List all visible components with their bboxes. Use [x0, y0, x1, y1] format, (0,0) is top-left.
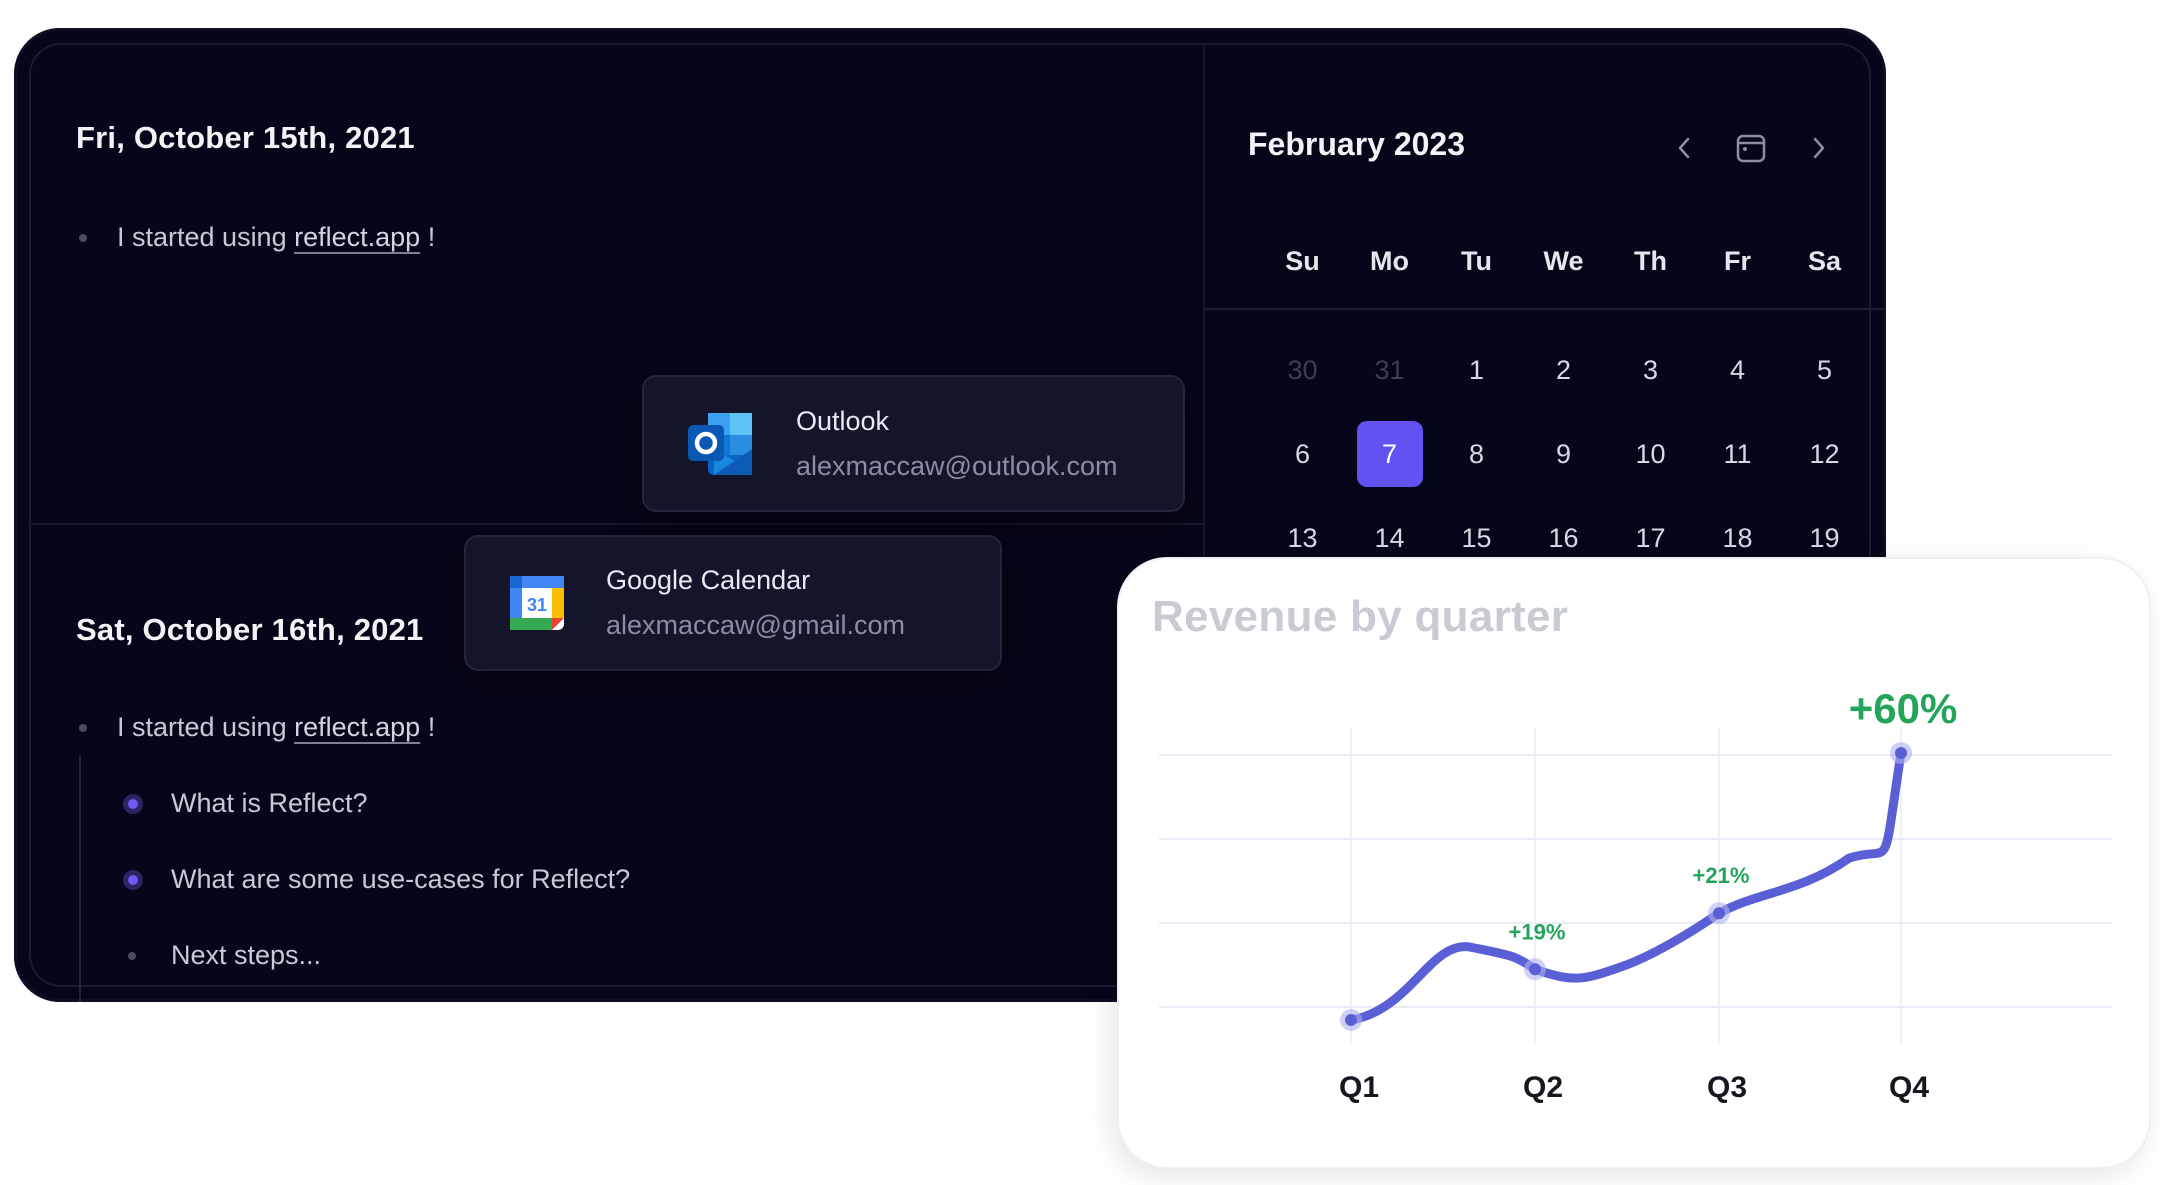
calendar-day-number: 2 — [1555, 354, 1572, 385]
chart-data-label: +21% — [1693, 863, 1750, 888]
calendar-day[interactable]: 1 — [1433, 337, 1520, 403]
day-title-oct-16: Sat, October 16th, 2021 — [76, 612, 424, 647]
todo-label: What are some use-cases for Reflect? — [171, 864, 631, 894]
calendar-day-number: 19 — [1809, 522, 1840, 553]
calendar-day[interactable]: 6 — [1259, 421, 1346, 487]
chart-point — [1529, 963, 1541, 976]
todo-item[interactable]: Next steps... — [128, 940, 321, 971]
calendar-day-number: 16 — [1548, 522, 1579, 553]
todo-item[interactable]: What are some use-cases for Reflect? — [128, 864, 630, 895]
calendar-day[interactable]: 10 — [1607, 421, 1694, 487]
calendar-week-row: 30 31 1 2 3 4 5 — [1259, 328, 1869, 412]
chart-point — [1713, 907, 1725, 920]
day-divider — [30, 523, 1203, 525]
chart-point — [1345, 1014, 1357, 1026]
chart-tick-label: Q1 — [1339, 1071, 1379, 1104]
calendar-day-number: 1 — [1468, 354, 1485, 385]
journal-line[interactable]: I started using reflect.app ! — [79, 222, 435, 253]
account-name: Outlook — [796, 405, 890, 436]
calendar-day[interactable]: 4 — [1694, 337, 1781, 403]
calendar-weekday-row: Su Mo Tu We Th Fr Sa — [1259, 246, 1869, 277]
calendar-day-number: 10 — [1635, 438, 1666, 469]
calendar-day-number: 11 — [1723, 438, 1752, 469]
calendar-day[interactable]: 9 — [1520, 421, 1607, 487]
calendar-day-number: 12 — [1809, 438, 1840, 469]
calendar-day-number: 14 — [1374, 522, 1405, 553]
weekday-label: Mo — [1370, 246, 1409, 276]
google-calendar-account-card[interactable]: 31 Google Calendar alexmaccaw@gmail.com — [464, 535, 1002, 671]
bullet-icon — [79, 233, 87, 242]
bullet-icon — [79, 723, 87, 732]
chevron-right-icon[interactable] — [1799, 128, 1839, 168]
account-text: Outlook alexmaccaw@outlook.com — [796, 406, 1118, 482]
account-name: Google Calendar — [606, 565, 811, 595]
chart-tick-label: Q4 — [1889, 1071, 1929, 1104]
line-suffix: ! — [420, 712, 436, 742]
chart-tick-label: Q3 — [1707, 1071, 1747, 1104]
calendar-day[interactable]: 11 — [1694, 421, 1781, 487]
chart-tick-label: Q2 — [1523, 1071, 1563, 1104]
calendar-grid: 30 31 1 2 3 4 5 6 7 8 9 10 11 12 13 14 15 16 17 18 19 — [1259, 328, 1869, 580]
todo-label: Next steps... — [171, 940, 322, 970]
reflect-link[interactable]: reflect.app — [294, 712, 420, 743]
calendar-day-number: 30 — [1287, 354, 1318, 385]
calendar-day-number: 5 — [1816, 354, 1833, 385]
weekday-label: Fr — [1724, 246, 1751, 276]
weekday-label: Tu — [1461, 246, 1492, 276]
google-calendar-icon: 31 — [508, 574, 566, 632]
calendar-day-number: 4 — [1729, 354, 1746, 385]
calendar-day[interactable]: 12 — [1781, 421, 1868, 487]
line-suffix: ! — [420, 222, 436, 252]
account-email: alexmaccaw@outlook.com — [796, 450, 1118, 481]
todo-dot-icon — [128, 798, 138, 809]
chart-data-label: +60% — [1849, 685, 1958, 732]
todo-label: What is Reflect? — [171, 788, 368, 818]
day-title-oct-15: Fri, October 15th, 2021 — [76, 120, 415, 155]
calendar-day-number: 9 — [1555, 438, 1572, 469]
line-text: I started using — [117, 712, 295, 742]
chart-point — [1895, 747, 1907, 759]
journal-line[interactable]: I started using reflect.app ! — [79, 712, 435, 743]
calendar-day-number: 6 — [1294, 438, 1311, 469]
calendar-day[interactable]: 31 — [1346, 337, 1433, 403]
pane-divider — [1203, 44, 1205, 604]
weekday-label: Th — [1634, 246, 1667, 276]
calendar-separator — [1205, 308, 1885, 310]
calendar-day-number: 17 — [1635, 522, 1666, 553]
outlook-icon — [686, 409, 756, 479]
line-text: I started using — [117, 222, 295, 252]
weekday-label: Sa — [1807, 246, 1842, 276]
calendar-day-selected[interactable]: 7 — [1346, 421, 1433, 487]
account-email: alexmaccaw@gmail.com — [606, 610, 905, 640]
svg-text:31: 31 — [527, 595, 547, 615]
revenue-line-chart: +19% +21% +60% Q1 Q2 Q3 Q4 — [1159, 685, 2112, 1104]
chevron-left-icon[interactable] — [1664, 128, 1704, 168]
account-text: Google Calendar alexmaccaw@gmail.com — [606, 565, 905, 641]
calendar-day[interactable]: 8 — [1433, 421, 1520, 487]
calendar-day-number: 18 — [1722, 522, 1753, 553]
calendar-day[interactable]: 2 — [1520, 337, 1607, 403]
outlook-account-card[interactable]: Outlook alexmaccaw@outlook.com — [642, 375, 1185, 512]
calendar-day-number: 15 — [1461, 522, 1492, 553]
calendar-day-number: 8 — [1468, 438, 1485, 469]
calendar-icon[interactable] — [1731, 128, 1771, 168]
calendar-week-row: 6 7 8 9 10 11 12 — [1259, 412, 1869, 496]
calendar-day-number: 7 — [1356, 421, 1423, 487]
todo-dot-icon — [128, 874, 138, 885]
chart-series-line — [1346, 748, 1906, 1025]
calendar-month-title: February 2023 — [1248, 126, 1466, 162]
weekday-label: Su — [1285, 246, 1320, 276]
todo-item[interactable]: What is Reflect? — [128, 788, 368, 819]
calendar-day-number: 31 — [1374, 354, 1405, 385]
calendar-day-number: 3 — [1642, 354, 1659, 385]
reflect-link[interactable]: reflect.app — [294, 222, 420, 253]
calendar-day-number: 13 — [1287, 522, 1318, 553]
calendar-day[interactable]: 3 — [1607, 337, 1694, 403]
calendar-day[interactable]: 30 — [1259, 337, 1346, 403]
calendar-day[interactable]: 5 — [1781, 337, 1868, 403]
weekday-label: We — [1543, 246, 1584, 276]
chart-data-label: +19% — [1509, 919, 1566, 944]
bullet-icon — [128, 951, 136, 960]
thread-line — [79, 756, 81, 1002]
